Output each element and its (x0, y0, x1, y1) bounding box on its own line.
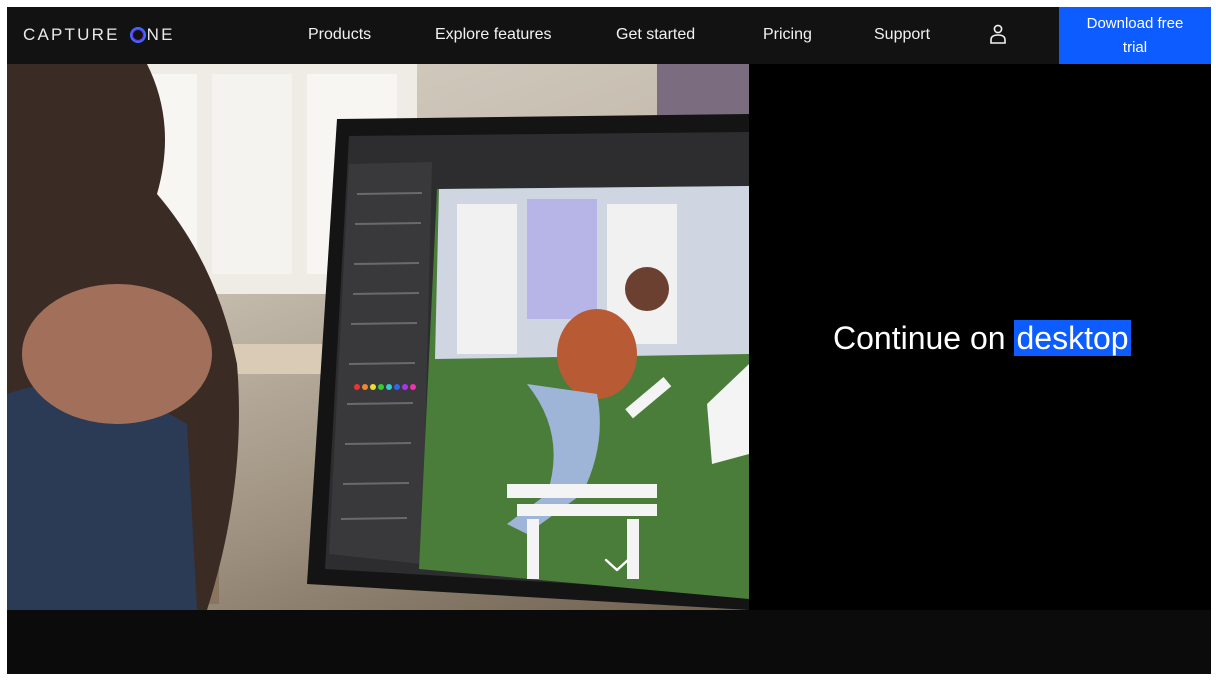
download-free-trial-label: Download free trial (1086, 14, 1184, 56)
hero-photo-illustration (7, 64, 749, 610)
nav-item-support[interactable]: Support (874, 26, 930, 44)
download-free-trial-button[interactable]: Download free trial (1059, 7, 1211, 64)
nav-item-pricing[interactable]: Pricing (763, 26, 812, 44)
nav-item-explore-features[interactable]: Explore features (435, 26, 552, 44)
nav-item-get-started[interactable]: Get started (616, 26, 695, 44)
user-account-button[interactable] (987, 23, 1009, 47)
hero-message-panel: Continue on desktop (749, 64, 1211, 610)
nav-item-products[interactable]: Products (308, 26, 371, 44)
hero-image (7, 64, 749, 610)
page-frame: CAPTURE NE Products Explore features Get… (7, 7, 1211, 674)
scroll-down-button[interactable] (603, 555, 631, 575)
top-navigation: CAPTURE NE Products Explore features Get… (7, 7, 1211, 64)
chevron-down-icon (604, 558, 630, 572)
user-icon (990, 24, 1006, 44)
headline-highlight: desktop (1014, 320, 1131, 356)
headline-text: Continue on (833, 320, 1006, 356)
nav-menu: Products Explore features Get started Pr… (7, 7, 1211, 64)
below-fold-area (7, 610, 1211, 674)
hero-headline: Continue on desktop (833, 320, 1131, 357)
